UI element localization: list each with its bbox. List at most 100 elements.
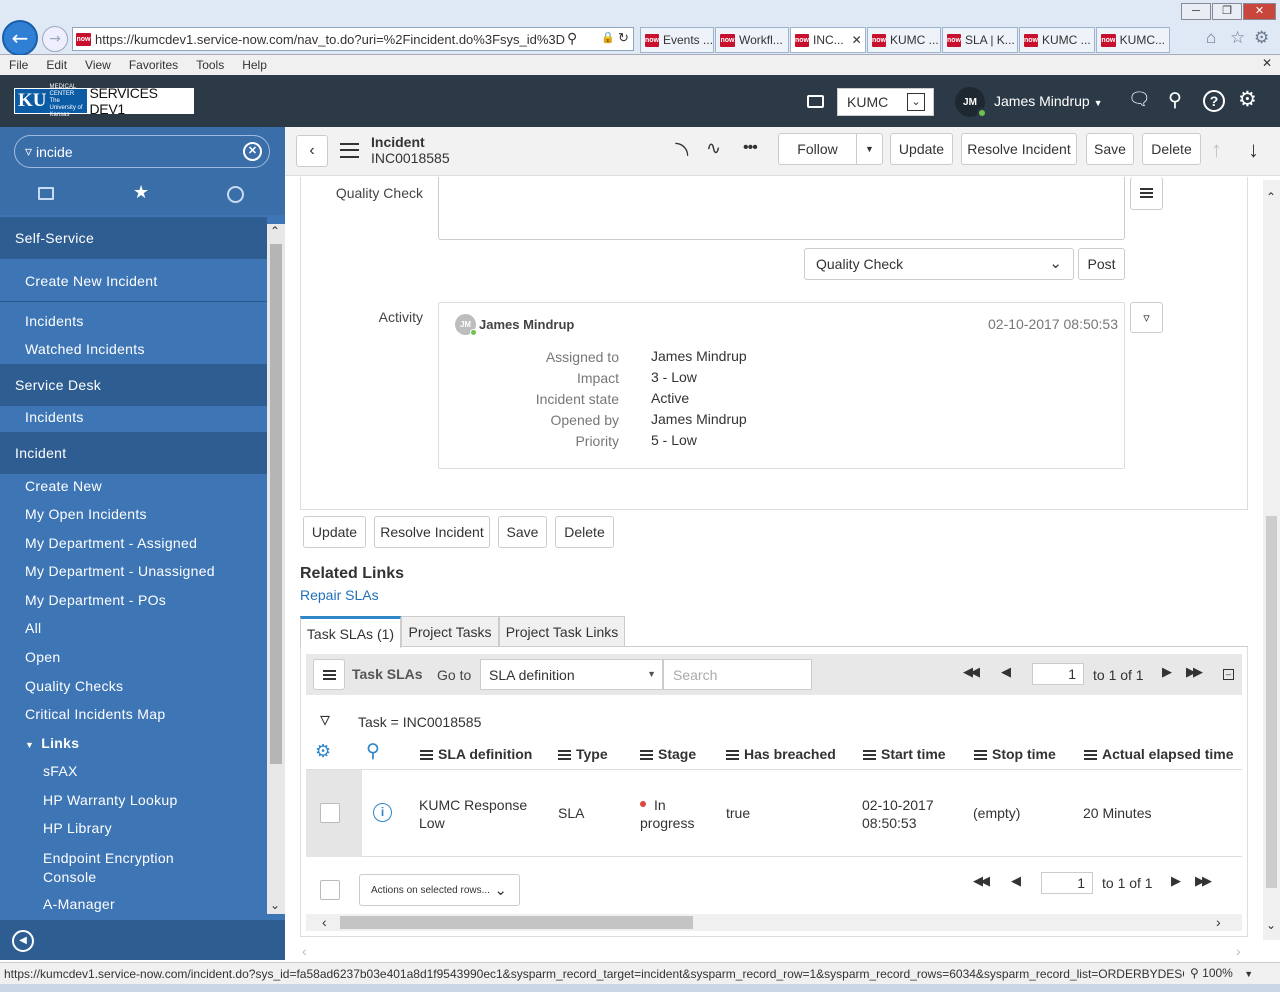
scroll-left-icon[interactable]: ‹ xyxy=(322,914,327,930)
menu-edit[interactable]: Edit xyxy=(37,58,76,72)
section-self-service[interactable]: Self-Service xyxy=(0,217,267,259)
scrollbar-thumb[interactable] xyxy=(340,916,693,929)
page-input-bottom[interactable]: 1 xyxy=(1041,872,1093,894)
column-sla-definition[interactable]: SLA definition xyxy=(420,746,532,762)
column-has-breached[interactable]: Has breached xyxy=(726,746,836,762)
search-icon[interactable]: ⚲ xyxy=(1168,89,1182,112)
delete-button[interactable]: Delete xyxy=(1142,133,1201,165)
filter-input[interactable]: ▿ incide ✕ xyxy=(14,135,270,168)
column-start-time[interactable]: Start time xyxy=(863,746,946,762)
update-button-bottom[interactable]: Update xyxy=(303,516,366,548)
browser-tab-kumc-3[interactable]: now KUMC... xyxy=(1096,27,1170,53)
resolve-incident-button[interactable]: Resolve Incident xyxy=(961,133,1077,165)
nav-dept-pos[interactable]: My Department - POs xyxy=(25,592,166,608)
nav-hp-library[interactable]: HP Library xyxy=(43,820,112,836)
browser-tab-sla[interactable]: now SLA | K... xyxy=(942,27,1018,53)
close-icon[interactable]: ✕ xyxy=(852,33,862,47)
browser-tab-inc-active[interactable]: now INC... ✕ xyxy=(790,27,866,53)
breadcrumb-filter-text[interactable]: Task = INC0018585 xyxy=(358,714,481,730)
previous-page-icon[interactable]: ◀ xyxy=(1001,664,1011,680)
scroll-down-icon[interactable]: ⌄ xyxy=(1266,918,1276,932)
next-page-icon-bottom[interactable]: ▶ xyxy=(1171,873,1181,889)
section-incident[interactable]: Incident xyxy=(0,432,267,474)
update-button[interactable]: Update xyxy=(890,133,953,165)
close-menubar-icon[interactable]: ✕ xyxy=(1262,56,1272,70)
personalize-list-gear-icon[interactable]: ⚙ xyxy=(315,741,331,762)
delete-button-bottom[interactable]: Delete xyxy=(555,516,614,548)
scrollbar-thumb[interactable] xyxy=(1266,516,1277,888)
activity-filter-button[interactable]: ▿ xyxy=(1130,302,1163,333)
scroll-right-icon[interactable]: › xyxy=(1236,943,1241,959)
previous-record-arrow-icon[interactable]: ↑ xyxy=(1211,137,1222,163)
menu-favorites[interactable]: Favorites xyxy=(120,58,187,72)
list-menu-button[interactable] xyxy=(313,659,345,690)
zoom-control[interactable]: ⚲ 100% ▼ xyxy=(1190,966,1253,980)
repair-slas-link[interactable]: Repair SLAs xyxy=(300,587,379,603)
activity-stream-icon[interactable]: ∿ xyxy=(706,138,721,159)
page-input[interactable]: 1 xyxy=(1032,663,1084,685)
content-scrollbar[interactable]: ⌃ ⌄ xyxy=(1263,180,1280,940)
nav-my-open-incidents[interactable]: My Open Incidents xyxy=(25,506,147,522)
hamburger-icon[interactable] xyxy=(340,143,359,158)
nav-sfax[interactable]: sFAX xyxy=(43,763,78,779)
nav-endpoint-encryption-console[interactable]: Endpoint Encryption Console xyxy=(43,849,213,887)
nav-open[interactable]: Open xyxy=(25,649,60,665)
breadcrumb-filter-icon[interactable]: ▿ xyxy=(320,707,330,732)
nav-links-group[interactable]: ▼ Links xyxy=(25,735,79,751)
section-service-desk[interactable]: Service Desk xyxy=(0,364,267,406)
scroll-up-icon[interactable]: ⌃ xyxy=(1266,190,1276,204)
tab-task-slas[interactable]: Task SLAs (1) xyxy=(300,616,401,648)
save-button-bottom[interactable]: Save xyxy=(498,516,547,548)
menu-tools[interactable]: Tools xyxy=(187,58,233,72)
column-type[interactable]: Type xyxy=(558,746,608,762)
next-page-icon[interactable]: ▶ xyxy=(1162,664,1172,680)
resolve-incident-button-bottom[interactable]: Resolve Incident xyxy=(374,516,490,548)
follow-dropdown-button[interactable]: ▼ xyxy=(856,133,883,165)
browser-tab-workflow[interactable]: now Workfl... xyxy=(715,27,789,53)
more-options-icon[interactable]: ••• xyxy=(743,139,758,157)
search-columns-icon[interactable]: ⚲ xyxy=(366,740,380,763)
ku-logo[interactable]: KU MEDICAL CENTER The University of Kans… xyxy=(14,84,194,118)
list-horizontal-scrollbar[interactable]: ‹ › xyxy=(306,914,1242,931)
browser-tab-events[interactable]: now Events ... xyxy=(640,27,714,53)
first-page-icon[interactable]: ◀◀ xyxy=(963,664,980,680)
sidebar-scrollbar[interactable]: ⌃ ⌄ xyxy=(267,224,285,914)
favorites-star-icon[interactable]: ★ xyxy=(133,182,149,203)
tab-project-tasks[interactable]: Project Tasks xyxy=(401,616,499,647)
settings-gear-icon[interactable]: ⚙ xyxy=(1238,87,1257,112)
cell-sla-definition[interactable]: KUMC Response Low xyxy=(419,796,534,832)
nav-incidents[interactable]: Incidents xyxy=(25,313,84,329)
actions-on-selected-rows-select[interactable]: Actions on selected rows... ⌄ xyxy=(359,874,520,906)
browser-tab-kumc-1[interactable]: now KUMC ... xyxy=(867,27,941,53)
browser-tab-kumc-2[interactable]: now KUMC ... xyxy=(1019,27,1095,53)
row-checkbox[interactable] xyxy=(320,803,340,823)
preview-record-info-icon[interactable]: i xyxy=(373,803,392,822)
menu-file[interactable]: File xyxy=(0,58,37,72)
scrollbar-thumb[interactable] xyxy=(270,244,282,764)
connect-chat-icon[interactable]: 🗨 xyxy=(1128,89,1151,110)
follow-button[interactable]: Follow xyxy=(778,133,857,165)
nav-service-desk-incidents[interactable]: Incidents xyxy=(25,409,84,425)
forward-button[interactable]: → xyxy=(42,26,68,52)
gear-icon[interactable]: ⚙ xyxy=(1254,28,1269,48)
journal-field-toggle-icon[interactable] xyxy=(1130,177,1163,210)
collapse-list-icon[interactable]: – xyxy=(1223,669,1234,680)
scroll-up-icon[interactable]: ⌃ xyxy=(270,224,280,238)
window-close-button[interactable]: ✕ xyxy=(1243,3,1276,20)
save-button[interactable]: Save xyxy=(1086,133,1134,165)
minimize-button[interactable]: ─ xyxy=(1181,3,1211,20)
scroll-left-icon[interactable]: ‹ xyxy=(302,943,307,959)
restore-button[interactable]: ❐ xyxy=(1212,3,1242,20)
list-search-input[interactable]: Search xyxy=(663,659,812,690)
first-page-icon-bottom[interactable]: ◀◀ xyxy=(973,873,990,889)
scroll-right-icon[interactable]: › xyxy=(1216,914,1221,930)
quality-check-textarea[interactable] xyxy=(438,177,1125,240)
nav-hp-warranty-lookup[interactable]: HP Warranty Lookup xyxy=(43,792,178,808)
column-stop-time[interactable]: Stop time xyxy=(974,746,1056,762)
address-bar[interactable]: now https://kumcdev1.service-now.com/nav… xyxy=(72,27,634,51)
scroll-down-icon[interactable]: ⌄ xyxy=(270,898,280,912)
nav-dept-assigned[interactable]: My Department - Assigned xyxy=(25,535,197,551)
nav-create-new-incident[interactable]: Create New Incident xyxy=(25,273,158,289)
back-button[interactable]: ← xyxy=(2,20,38,56)
clear-filter-icon[interactable]: ✕ xyxy=(243,142,262,161)
